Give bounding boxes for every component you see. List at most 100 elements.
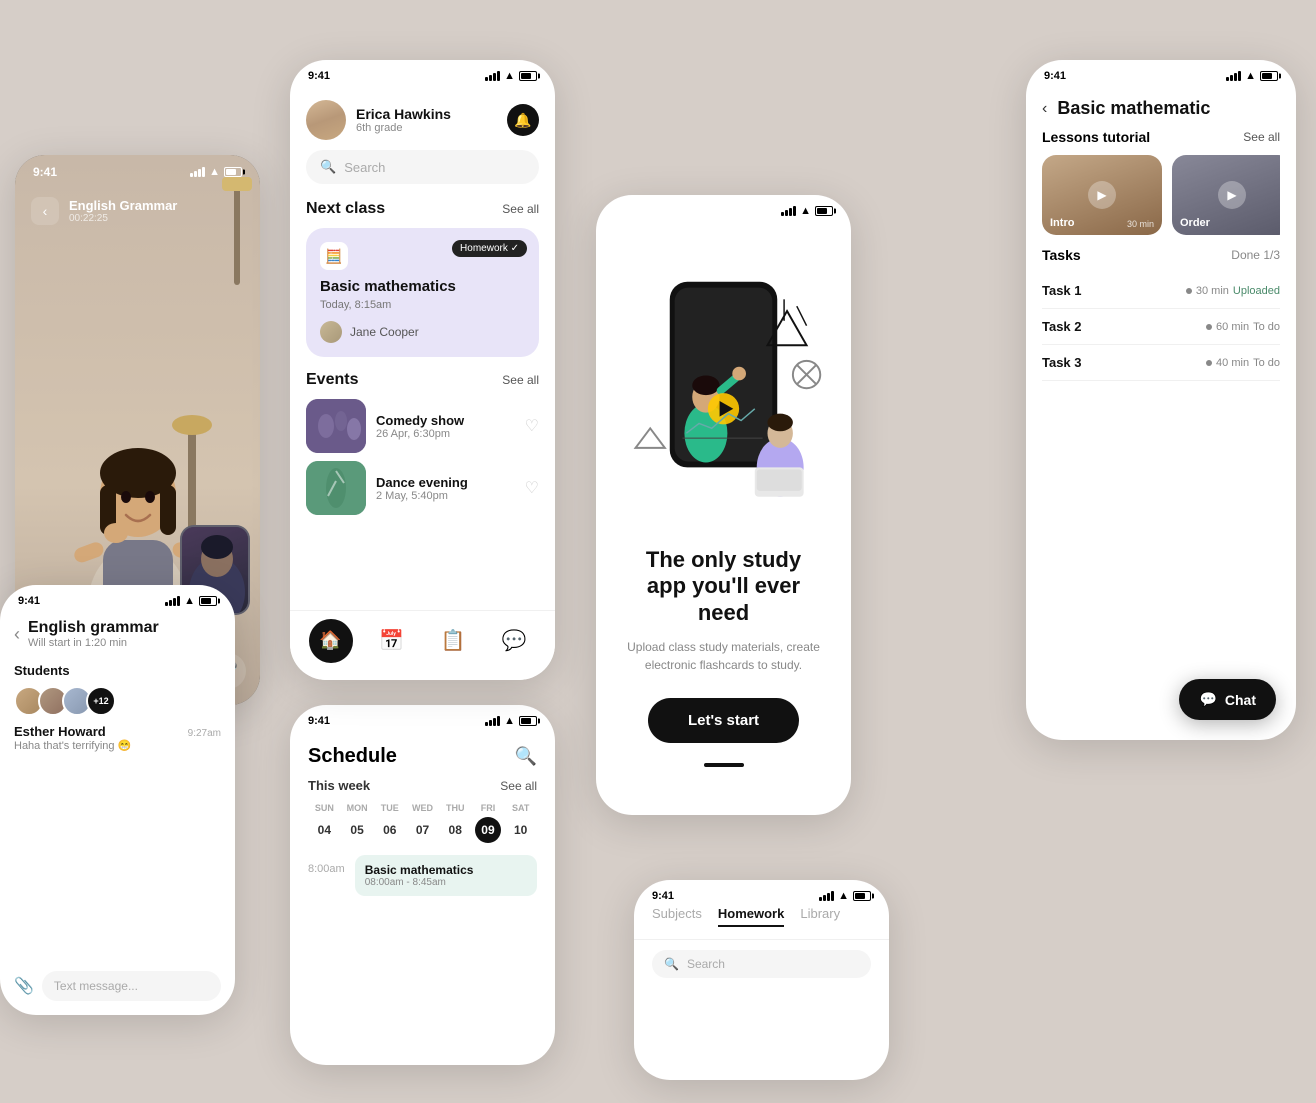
homework-badge: Homework ✓ — [452, 240, 527, 257]
attach-icon[interactable]: 📎 — [14, 976, 34, 996]
detail-title: Basic mathematic — [1057, 98, 1210, 119]
home-main-content: Next class See all Homework ✓ 🧮 Basic ma… — [290, 200, 555, 523]
search-icon: 🔍 — [320, 159, 336, 175]
phone-chat: 9:41 ▲ ‹ English grammar Will start in 1… — [0, 585, 235, 1015]
event-1-name: Comedy show — [376, 413, 515, 428]
task-3-time: 40 min — [1216, 357, 1249, 369]
bottom-nav: 🏠 📅 📋 💬 — [290, 610, 555, 680]
event-2[interactable]: Dance evening 2 May, 5:40pm ♡ — [306, 461, 539, 515]
chat-fab-label: Chat — [1225, 692, 1256, 708]
onboard-content: The only study app you'll ever need Uplo… — [596, 221, 851, 797]
nav-calendar[interactable]: 📅 — [370, 619, 414, 663]
task-3-meta: 40 min To do — [1206, 357, 1280, 369]
schedule-search-icon[interactable]: 🔍 — [515, 746, 537, 767]
task-2-status: To do — [1253, 321, 1280, 333]
event-2-date: 2 May, 5:40pm — [376, 490, 515, 502]
task-3-dot — [1206, 360, 1212, 366]
tab-library[interactable]: Library — [800, 906, 840, 927]
events-see-all[interactable]: See all — [502, 373, 539, 387]
students-label: Students — [14, 663, 221, 678]
homework-search[interactable]: 🔍 Search — [652, 950, 871, 978]
event-1-photo — [306, 399, 366, 453]
onboard-title: The only study app you'll ever need — [626, 547, 821, 626]
onboard-status-bar: ▲ — [596, 195, 851, 221]
task-1-name: Task 1 — [1042, 283, 1082, 298]
teacher-info: Jane Cooper — [320, 321, 525, 343]
user-grade: 6th grade — [356, 122, 451, 134]
day-mon: MON 05 — [341, 803, 374, 843]
calc-icon: 🧮 — [320, 242, 348, 270]
day-fri[interactable]: FRI 09 — [472, 803, 505, 843]
schedule-status-bar: 9:41 ▲ — [290, 705, 555, 731]
nav-chat[interactable]: 💬 — [492, 619, 536, 663]
week-days: SUN 04 MON 05 TUE 06 WED 07 THU 08 — [308, 803, 537, 843]
home-status-bar: 9:41 ▲ — [290, 60, 555, 86]
home-header: Erica Hawkins 6th grade 🔔 — [290, 86, 555, 150]
chat-status-bar: 9:41 ▲ — [0, 585, 235, 611]
event-1-favorite[interactable]: ♡ — [525, 416, 539, 436]
class-card[interactable]: Homework ✓ 🧮 Basic mathematics Today, 8:… — [306, 228, 539, 357]
event-2-favorite[interactable]: ♡ — [525, 478, 539, 498]
task-2-name: Task 2 — [1042, 319, 1082, 334]
lesson-2-label: Order — [1180, 217, 1210, 229]
lesson-2-play[interactable]: ▶ — [1218, 181, 1246, 209]
chat-input-area: 📎 Text message... — [14, 971, 221, 1001]
user-name: Erica Hawkins — [356, 106, 451, 122]
tasks-label: Tasks — [1042, 247, 1081, 263]
task-2-row[interactable]: Task 2 60 min To do — [1042, 309, 1280, 345]
events-section-header: Events See all — [306, 371, 539, 389]
task-1-row[interactable]: Task 1 30 min Uploaded — [1042, 273, 1280, 309]
tab-subjects[interactable]: Subjects — [652, 906, 702, 927]
schedule-header: Schedule 🔍 — [290, 731, 555, 778]
onboard-desc: Upload class study materials, create ele… — [626, 638, 821, 674]
next-class-see-all[interactable]: See all — [502, 202, 539, 216]
time-label: 8:00am — [308, 855, 345, 875]
event-2-name: Dance evening — [376, 475, 515, 490]
lesson-1-duration: 30 min — [1127, 219, 1154, 229]
class-time: Today, 8:15am — [320, 299, 525, 311]
phone-schedule: 9:41 ▲ Schedule 🔍 This week See all SUN … — [290, 705, 555, 1065]
lesson-card-2[interactable]: ▶ Order — [1172, 155, 1280, 235]
lesson-1-label: Intro — [1050, 217, 1074, 229]
home-status-time: 9:41 — [308, 70, 330, 82]
phone-detail: 9:41 ▲ ‹ Basic mathematic Lessons tutori… — [1026, 60, 1296, 740]
event-1-date: 26 Apr, 6:30pm — [376, 428, 515, 440]
homework-tabs: Subjects Homework Library — [634, 906, 889, 940]
week-see-all[interactable]: See all — [500, 779, 537, 793]
notification-bell[interactable]: 🔔 — [507, 104, 539, 136]
chat-fab-button[interactable]: 💬 Chat — [1179, 679, 1276, 720]
lessons-see-all[interactable]: See all — [1243, 130, 1280, 144]
chat-text-input[interactable]: Text message... — [42, 971, 221, 1001]
day-thu: THU 08 — [439, 803, 472, 843]
search-bar[interactable]: 🔍 Search — [306, 150, 539, 184]
next-class-label: Next class — [306, 200, 385, 218]
nav-notes[interactable]: 📋 — [431, 619, 475, 663]
lets-start-button[interactable]: Let's start — [648, 698, 799, 743]
study-illustration — [616, 269, 831, 529]
scheduled-class-time: 08:00am - 8:45am — [365, 877, 527, 888]
day-sat: SAT 10 — [504, 803, 537, 843]
nav-home[interactable]: 🏠 — [309, 619, 353, 663]
event-1-image — [306, 399, 366, 453]
event-1[interactable]: Comedy show 26 Apr, 6:30pm ♡ — [306, 399, 539, 453]
homework-status-bar: 9:41 ▲ — [634, 880, 889, 906]
detail-back-button[interactable]: ‹ — [1042, 100, 1047, 118]
task-3-row[interactable]: Task 3 40 min To do — [1042, 345, 1280, 381]
class-block[interactable]: Basic mathematics 08:00am - 8:45am — [355, 855, 537, 896]
chat-status-time: 9:41 — [18, 595, 40, 607]
task-2-dot — [1206, 324, 1212, 330]
teacher-name: Jane Cooper — [350, 325, 419, 339]
user-avatar — [306, 100, 346, 140]
hw-search-icon: 🔍 — [664, 957, 679, 971]
video-back-button[interactable]: ‹ — [31, 197, 59, 225]
task-1-dot — [1186, 288, 1192, 294]
lesson-1-play[interactable]: ▶ — [1088, 181, 1116, 209]
tab-homework[interactable]: Homework — [718, 906, 784, 927]
scheduled-class-name: Basic mathematics — [365, 863, 527, 877]
video-call-title: English Grammar — [69, 198, 177, 213]
student-avatars: +12 — [14, 686, 221, 716]
chat-fab-icon: 💬 — [1199, 691, 1216, 708]
lesson-card-1[interactable]: ▶ Intro 30 min — [1042, 155, 1162, 235]
chat-back-button[interactable]: ‹ — [14, 624, 20, 645]
lessons-header: Lessons tutorial See all — [1042, 129, 1280, 145]
